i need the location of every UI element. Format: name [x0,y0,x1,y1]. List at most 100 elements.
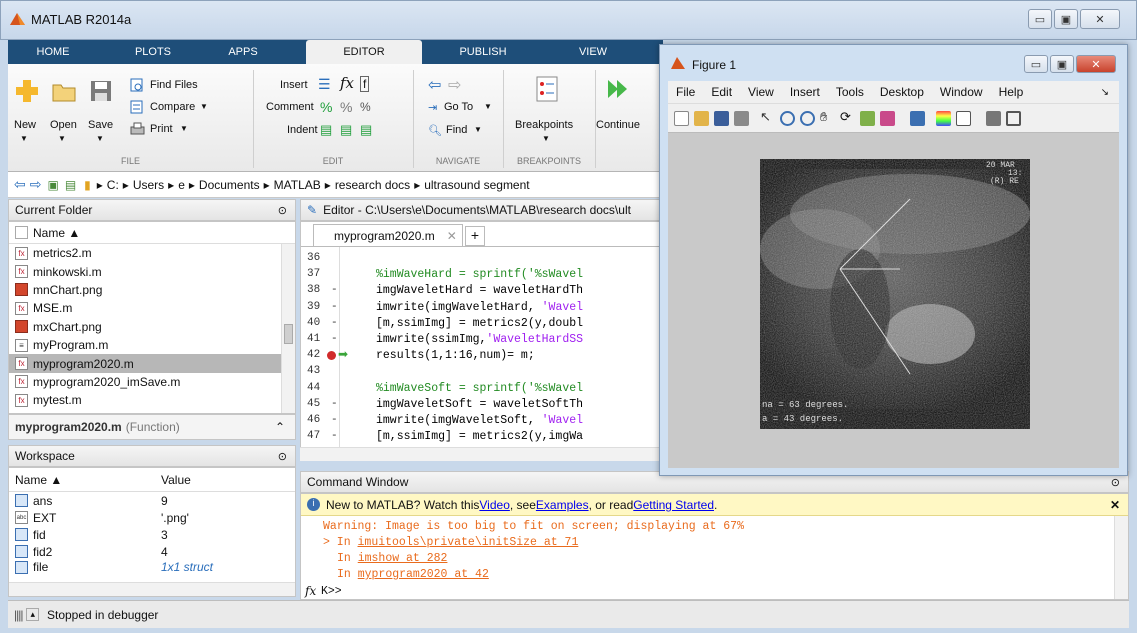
find-files-button[interactable]: Find Files [150,79,198,91]
zoom-out-icon[interactable] [800,111,815,126]
tab-view[interactable]: VIEW [548,40,638,64]
tab-apps[interactable]: APPS [203,40,283,64]
list-item[interactable]: fx metrics2.m [9,244,295,262]
new-tab-button[interactable]: + [465,226,485,246]
figure-maximize-button[interactable]: ▣ [1050,55,1074,73]
stack-link[interactable]: imshow at 282 [358,552,448,565]
tab-editor[interactable]: EDITOR [306,40,422,64]
path-segment[interactable]: ultrasound segment [424,178,529,192]
print-button[interactable]: Print [150,123,173,135]
code-line[interactable]: [m,ssimImg] = metrics2(y,doubl [376,317,583,330]
goto-button[interactable]: Go To [444,101,473,113]
find-button[interactable]: Find [446,124,467,136]
forward-icon[interactable]: ⇨ [30,176,42,193]
tab-plots[interactable]: PLOTS [108,40,198,64]
list-item[interactable]: mnChart.png [9,281,295,299]
command-window[interactable]: i New to MATLAB? Watch this Video , see … [300,493,1129,600]
menu-overflow-icon[interactable]: ↘ [1101,87,1109,98]
smart-indent-icon[interactable]: ▤ [320,122,332,138]
list-item[interactable]: fx mytest.m [9,391,295,409]
open-dropdown-icon[interactable]: ▼ [58,134,66,143]
goto-dropdown-icon[interactable]: ▼ [484,102,492,111]
insert-section-icon[interactable]: ☰ [318,76,331,93]
menu-tools[interactable]: Tools [836,85,864,99]
breakpoints-button[interactable]: Breakpoints [515,119,573,131]
legend-icon[interactable] [956,111,971,126]
line-marker[interactable]: - [331,333,357,345]
line-marker[interactable]: - [331,284,357,296]
print-figure-icon[interactable] [734,111,749,126]
function-icon[interactable]: f [360,76,370,92]
fx-icon[interactable]: fx [340,74,354,92]
compare-button[interactable]: Compare [150,101,195,113]
table-row[interactable]: abc EXT '.png' [9,509,295,526]
menu-help[interactable]: Help [999,85,1024,99]
save-dropdown-icon[interactable]: ▼ [96,134,104,143]
status-dropdown-icon[interactable]: ▴ [26,608,39,621]
print-dropdown-icon[interactable]: ▼ [180,124,188,133]
continue-button[interactable]: Continue [596,119,640,131]
path-segment[interactable]: Documents [199,178,260,192]
minimize-button[interactable]: ▭ [1028,9,1052,29]
list-item[interactable]: ≡ myProgram.m [9,336,295,354]
table-row[interactable]: ans 9 [9,492,295,509]
scrollbar[interactable] [1114,516,1128,599]
getting-started-link[interactable]: Getting Started [633,498,714,512]
find-dropdown-icon[interactable]: ▼ [474,125,482,134]
uncomment-icon[interactable]: % [340,99,352,115]
line-marker[interactable]: - [331,398,357,410]
code-line[interactable]: imwrite(imgWaveletHard, 'Wavel [376,301,583,314]
indent-button[interactable]: Indent [287,124,318,136]
new-figure-icon[interactable] [674,111,689,126]
figure-canvas[interactable]: na = 63 degrees. a = 43 degrees. 20 MAR … [668,133,1119,468]
panel-menu-icon[interactable]: ⊙ [1111,476,1120,489]
column-header-name[interactable]: Name ▲ [9,222,295,244]
close-button[interactable]: ✕ [1080,9,1120,29]
path-segment[interactable]: e [178,178,185,192]
menu-desktop[interactable]: Desktop [880,85,924,99]
list-item-selected[interactable]: fx myprogram2020.m [9,354,295,373]
menu-edit[interactable]: Edit [711,85,732,99]
path-segment[interactable]: Users [133,178,164,192]
path-segment[interactable]: C: [107,178,119,192]
ultrasound-image[interactable]: na = 63 degrees. a = 43 degrees. 20 MAR … [760,159,1030,429]
close-tab-icon[interactable]: ✕ [447,229,457,243]
rotate-icon[interactable]: ⟳ [840,109,855,124]
figure-minimize-button[interactable]: ▭ [1024,55,1048,73]
zoom-in-icon[interactable] [780,111,795,126]
brush-icon[interactable] [880,111,895,126]
wrap-comments-icon[interactable]: % [360,100,371,114]
back-arrow-icon[interactable]: ⇦ [428,75,441,95]
comment-button[interactable]: Comment [266,101,314,113]
scrollbar-thumb[interactable] [284,324,293,344]
code-line[interactable]: [m,ssimImg] = metrics2(y,imgWa [376,430,583,443]
table-row[interactable]: fid 3 [9,526,295,543]
code-line[interactable]: imgWaveletSoft = waveletSoftTh [376,398,583,411]
code-line[interactable]: imgWaveletHard = waveletHardTh [376,284,583,297]
close-banner-icon[interactable]: ✕ [1110,498,1120,512]
list-item[interactable]: fx MSE.m [9,299,295,317]
line-marker[interactable]: - [331,301,357,313]
hide-plot-tools-icon[interactable] [986,111,1001,126]
command-prompt[interactable]: K>> [321,585,342,598]
line-marker[interactable]: - [331,414,357,426]
code-line[interactable]: imwrite(imgWaveletSoft, 'Wavel [376,414,583,427]
list-item[interactable]: fx minkowski.m [9,262,295,280]
scrollbar[interactable] [281,244,295,413]
table-row[interactable]: fid2 4 [9,543,295,560]
browse-folder-icon[interactable]: ▤ [65,178,76,192]
editor-horizontal-scrollbar[interactable] [300,447,663,461]
save-figure-icon[interactable] [714,111,729,126]
comment-percent-icon[interactable]: % [320,99,332,115]
editor-tab[interactable]: myprogram2020.m ✕ [313,224,463,246]
menu-insert[interactable]: Insert [790,85,820,99]
link-plot-icon[interactable] [910,111,925,126]
figure-close-button[interactable]: ✕ [1076,55,1116,73]
code-line[interactable]: results(1,1:16,num)= m; [376,349,535,362]
tab-home[interactable]: HOME [8,40,98,64]
data-cursor-icon[interactable] [860,111,875,126]
column-header-value[interactable]: Value [161,473,191,487]
code-line[interactable]: %imWaveHard = sprintf('%sWavel [376,268,583,281]
video-link[interactable]: Video [479,498,509,512]
pan-hand-icon[interactable]: ✋︎ [820,109,835,124]
